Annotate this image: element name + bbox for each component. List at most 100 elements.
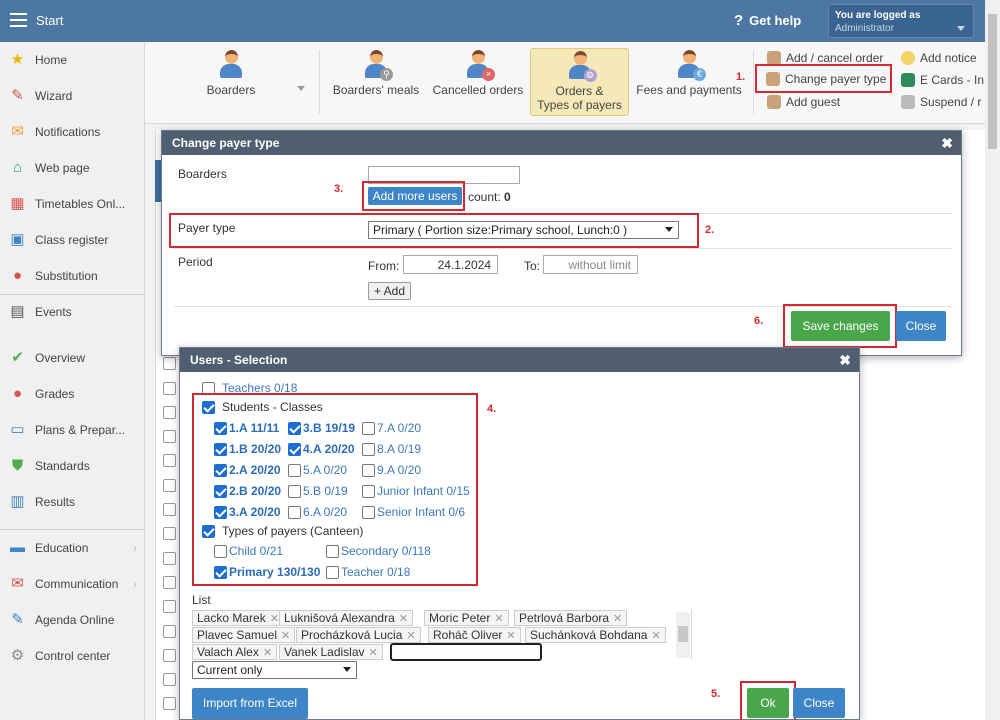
sidebar-item-home[interactable]: ★ Home	[0, 42, 145, 78]
row-checkbox[interactable]	[163, 575, 176, 589]
teachers-label[interactable]: Teachers 0/18	[222, 381, 297, 395]
close-button[interactable]: Close	[793, 688, 845, 718]
class-checkbox[interactable]	[214, 422, 227, 435]
sidebar-item-wizard[interactable]: ✎ Wizard	[0, 78, 145, 114]
class-checkbox[interactable]	[288, 464, 301, 477]
row-checkbox[interactable]	[163, 503, 176, 516]
row-checkbox[interactable]	[163, 600, 176, 614]
cancelled-orders-button[interactable]: × Cancelled orders	[430, 47, 526, 111]
class-label[interactable]: 2.A 20/20	[229, 463, 281, 477]
sidebar-item-plans-prepar[interactable]: ▭ Plans & Prepar...	[0, 412, 145, 448]
payer-label[interactable]: Secondary 0/118	[341, 544, 431, 558]
sidebar-item-agenda-online[interactable]: ✎ Agenda Online	[0, 602, 145, 638]
suspend-button[interactable]: Suspend / r	[901, 95, 981, 109]
class-label[interactable]: 2.B 20/20	[229, 484, 281, 498]
remove-icon[interactable]: ✕	[406, 630, 415, 642]
payer-label[interactable]: Primary 130/130	[229, 565, 320, 579]
remove-icon[interactable]: ✕	[494, 613, 503, 625]
remove-icon[interactable]: ✕	[506, 630, 515, 642]
sidebar-item-overview[interactable]: ✔ Overview	[0, 340, 145, 376]
ok-button[interactable]: Ok	[747, 688, 789, 718]
row-checkbox[interactable]	[163, 624, 176, 638]
row-checkbox[interactable]	[163, 454, 176, 468]
sidebar-item-class-register[interactable]: ▣ Class register	[0, 222, 145, 258]
close-icon[interactable]: ✖	[941, 135, 953, 152]
class-label[interactable]: 6.A 0/20	[303, 505, 347, 519]
add-more-users-button[interactable]: Add more users	[368, 187, 462, 205]
get-help-link[interactable]: ? Get help	[734, 12, 801, 29]
add-notice-button[interactable]: Add notice	[901, 51, 977, 65]
class-label[interactable]: 8.A 0/19	[377, 442, 421, 456]
user-menu[interactable]: You are logged as Administrator	[828, 4, 974, 38]
row-checkbox[interactable]	[163, 357, 176, 371]
types-of-payers-checkbox[interactable]	[202, 525, 215, 538]
class-label[interactable]: 7.A 0/20	[377, 421, 421, 435]
class-checkbox[interactable]	[288, 485, 301, 498]
row-checkbox[interactable]	[163, 405, 176, 419]
class-label[interactable]: 9.A 0/20	[377, 463, 421, 477]
row-checkbox[interactable]	[163, 478, 176, 492]
class-checkbox[interactable]	[214, 443, 227, 456]
payer-label[interactable]: Teacher 0/18	[341, 565, 410, 579]
user-search-input[interactable]	[390, 643, 542, 661]
class-label[interactable]: 3.B 19/19	[303, 421, 355, 435]
teachers-checkbox[interactable]	[202, 382, 215, 395]
page-scrollbar[interactable]	[985, 0, 1000, 720]
close-button[interactable]: Close	[896, 311, 946, 341]
remove-icon[interactable]: ✕	[281, 630, 290, 642]
remove-icon[interactable]: ✕	[369, 647, 378, 659]
sidebar-item-standards[interactable]: ⛊ Standards	[0, 448, 145, 484]
close-icon[interactable]: ✖	[839, 352, 851, 369]
class-label[interactable]: Junior Infant 0/15	[377, 484, 470, 498]
class-label[interactable]: Senior Infant 0/6	[377, 505, 465, 519]
remove-icon[interactable]: ✕	[399, 613, 408, 625]
class-checkbox[interactable]	[362, 485, 375, 498]
to-date-input[interactable]: without limit	[543, 255, 638, 274]
chevron-down-icon[interactable]	[297, 86, 305, 91]
scroll-thumb[interactable]	[678, 626, 688, 642]
sidebar-item-grades[interactable]: ● Grades	[0, 376, 145, 412]
top-title[interactable]: Start	[36, 13, 63, 28]
sidebar-item-events[interactable]: ▤ Events	[0, 294, 145, 330]
row-checkbox[interactable]	[163, 527, 176, 541]
remove-icon[interactable]: ✕	[270, 613, 279, 625]
class-checkbox[interactable]	[214, 464, 227, 477]
row-checkbox[interactable]	[163, 381, 176, 395]
class-checkbox[interactable]	[288, 443, 301, 456]
add-period-button[interactable]: + Add	[368, 282, 411, 300]
orders-types-button[interactable]: ⚙ Orders & Types of payers	[530, 48, 629, 116]
change-payer-type-button[interactable]: Change payer type	[754, 64, 893, 93]
class-checkbox[interactable]	[362, 464, 375, 477]
class-label[interactable]: 3.A 20/20	[229, 505, 281, 519]
class-label[interactable]: 5.B 0/19	[303, 484, 348, 498]
class-checkbox[interactable]	[362, 506, 375, 519]
menu-icon[interactable]	[10, 13, 27, 27]
fees-payments-button[interactable]: € Fees and payments	[634, 47, 744, 111]
class-checkbox[interactable]	[288, 422, 301, 435]
row-checkbox[interactable]	[163, 697, 176, 711]
list-scrollbar[interactable]	[676, 612, 690, 658]
from-date-input[interactable]: 24.1.2024	[403, 255, 498, 274]
payer-checkbox[interactable]	[214, 545, 227, 558]
boarders-input[interactable]	[368, 166, 520, 184]
class-label[interactable]: 1.B 20/20	[229, 442, 281, 456]
row-checkbox[interactable]	[163, 648, 176, 662]
e-cards-button[interactable]: E Cards - In	[901, 73, 984, 87]
payer-type-select[interactable]: Primary ( Portion size:Primary school, L…	[368, 221, 679, 239]
sidebar-item-results[interactable]: ▥ Results	[0, 484, 145, 520]
scroll-thumb[interactable]	[988, 14, 997, 149]
boarders-button[interactable]: Boarders	[195, 47, 267, 111]
sidebar-item-notifications[interactable]: ✉ Notifications	[0, 114, 145, 150]
payer-label[interactable]: Child 0/21	[229, 544, 283, 558]
remove-icon[interactable]: ✕	[263, 647, 272, 659]
class-label[interactable]: 4.A 20/20	[303, 442, 355, 456]
sidebar-item-timetables-onl[interactable]: ▦ Timetables Onl...	[0, 186, 145, 222]
payer-checkbox[interactable]	[214, 566, 227, 579]
class-checkbox[interactable]	[362, 443, 375, 456]
import-excel-button[interactable]: Import from Excel	[192, 688, 308, 719]
filter-select[interactable]: Current only	[192, 661, 357, 679]
class-checkbox[interactable]	[214, 485, 227, 498]
sidebar-item-substitution[interactable]: ● Substitution	[0, 258, 145, 294]
row-checkbox[interactable]	[163, 673, 176, 687]
row-checkbox[interactable]	[163, 430, 176, 444]
